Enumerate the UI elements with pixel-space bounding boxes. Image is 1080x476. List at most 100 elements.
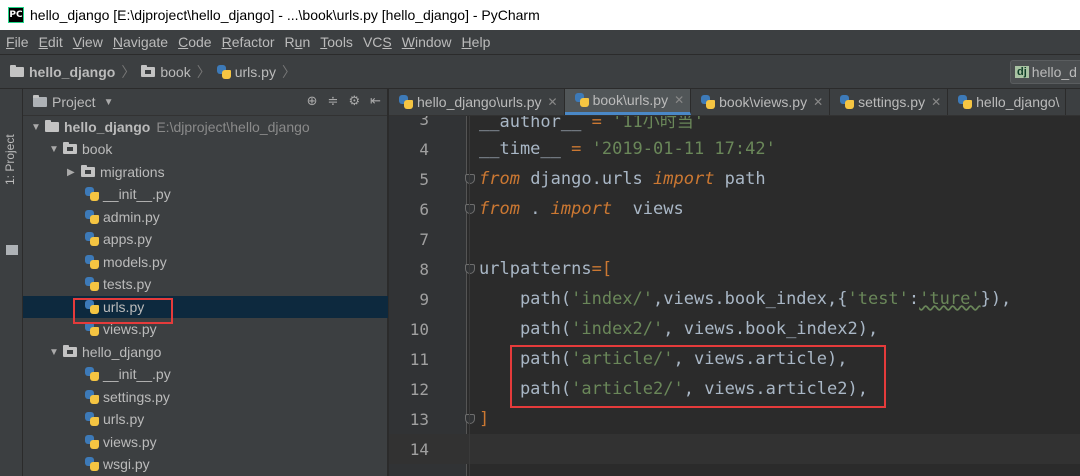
python-file-icon: [85, 300, 99, 314]
tree-item-file[interactable]: tests.py: [23, 273, 388, 295]
close-icon[interactable]: ✕: [813, 95, 823, 109]
tree-item-label: apps.py: [103, 231, 153, 247]
expand-arrow-icon[interactable]: ▼: [31, 122, 41, 133]
python-file-icon: [85, 232, 99, 246]
tree-item-label: views.py: [103, 434, 157, 450]
python-file-icon: [85, 277, 99, 291]
tree-item-file[interactable]: views.py: [23, 431, 388, 453]
tab-label: hello_django\urls.py: [417, 93, 542, 110]
expand-arrow-icon[interactable]: ▼: [49, 347, 59, 358]
expand-arrow-icon[interactable]: ▼: [49, 144, 59, 155]
project-view-selector[interactable]: Project: [52, 94, 96, 110]
tree-item-file[interactable]: models.py: [23, 251, 388, 273]
code-text: ]: [479, 409, 490, 429]
menu-item[interactable]: Code: [178, 34, 211, 50]
line-number: 11: [409, 349, 429, 369]
menu-item[interactable]: Edit: [39, 34, 63, 50]
code-line: 4 __time__ = '2019-01-11 17:42': [389, 134, 1080, 164]
tab-settings[interactable]: settings.py ✕: [830, 89, 949, 115]
menu-item[interactable]: View: [73, 34, 103, 50]
line-number: 8: [419, 259, 429, 279]
tree-item-file[interactable]: admin.py: [23, 206, 388, 228]
code-line: 8 urlpatterns=[: [389, 254, 1080, 284]
tab-hello-django-urls[interactable]: hello_django\urls.py ✕: [389, 89, 565, 115]
collapse-all-icon[interactable]: ≑: [328, 93, 339, 109]
line-number: 3: [419, 116, 429, 129]
code-line: 5 from django.urls import path: [389, 164, 1080, 194]
code-area[interactable]: 3 __author__ = '11小时当' 4 __time__ = '201…: [389, 116, 1080, 476]
tree-item-folder[interactable]: ▼ book: [23, 138, 388, 160]
menu-item[interactable]: File: [6, 34, 29, 50]
tree-item-label: hello_django: [82, 344, 162, 360]
python-file-icon: [85, 435, 99, 449]
folder-icon: [45, 120, 59, 132]
fold-marker-icon[interactable]: [465, 174, 475, 184]
menu-bar: File Edit View Navigate Code Refactor Run Tools…: [0, 30, 1080, 54]
menu-item[interactable]: Help: [462, 34, 491, 50]
tab-book-urls[interactable]: book\urls.py ✕: [564, 89, 692, 115]
close-icon[interactable]: ✕: [548, 95, 558, 109]
fold-marker-icon[interactable]: [465, 414, 475, 424]
code-text: __author__ = '11小时当': [479, 116, 705, 132]
tree-item-label: tests.py: [103, 276, 152, 292]
gear-icon[interactable]: ⚙: [348, 93, 360, 109]
code-text: urlpatterns=[: [479, 259, 613, 279]
code-line: 11 path('article/', views.article),: [389, 344, 1080, 374]
tree-item-file[interactable]: urls.py: [23, 408, 388, 430]
menu-item[interactable]: VCS: [363, 34, 392, 50]
tree-item-file[interactable]: __init__.py: [23, 363, 388, 385]
expand-arrow-icon[interactable]: ▶: [67, 167, 77, 178]
tree-item-label: book: [82, 141, 113, 157]
code-line-current: 14: [389, 434, 1080, 464]
python-file-icon: [85, 255, 99, 269]
tree-item-root[interactable]: ▼ hello_django E:\djproject\hello_django: [23, 116, 388, 138]
breadcrumb-folder[interactable]: book: [141, 64, 191, 80]
close-icon[interactable]: ✕: [674, 93, 684, 107]
project-panel: Project ▼ ⊕ ≑ ⚙ ⇤ ▼ hello_django E:\djpr…: [23, 89, 388, 476]
tree-item-label: models.py: [103, 254, 167, 270]
tree-item-label: __init__.py: [103, 186, 171, 202]
fold-marker-icon[interactable]: [465, 264, 475, 274]
code-text: path('index2/', views.book_index2),: [479, 319, 879, 339]
project-tool-window-button[interactable]: 1: Project: [3, 105, 17, 185]
tree-item-folder[interactable]: ▼ hello_django: [23, 341, 388, 363]
tree-item-file[interactable]: wsgi.py: [23, 453, 388, 475]
breadcrumb-project[interactable]: hello_django: [10, 64, 115, 80]
tree-item-label: settings.py: [103, 389, 170, 405]
tree-item-file-selected[interactable]: urls.py: [23, 296, 388, 318]
python-file-icon: [216, 64, 231, 79]
python-file-icon: [85, 457, 99, 471]
code-line: 10 path('index2/', views.book_index2),: [389, 314, 1080, 344]
line-number: 7: [419, 229, 429, 249]
close-icon[interactable]: ✕: [931, 95, 941, 109]
tab-label: book\views.py: [719, 93, 808, 110]
tab-hello-django-views[interactable]: hello_django\: [948, 89, 1067, 115]
chevron-down-icon[interactable]: ▼: [104, 97, 114, 108]
menu-item[interactable]: Refactor: [222, 34, 275, 50]
menu-item[interactable]: Tools: [320, 34, 353, 50]
menu-item[interactable]: Run: [285, 34, 311, 50]
package-folder-icon: [63, 142, 77, 154]
locate-file-icon[interactable]: ⊕: [307, 93, 318, 109]
menu-item[interactable]: Navigate: [113, 34, 168, 50]
python-file-icon: [958, 94, 973, 109]
python-file-icon: [701, 94, 716, 109]
tab-book-views[interactable]: book\views.py ✕: [691, 89, 831, 115]
pycharm-logo-icon: PC: [8, 7, 24, 23]
tree-item-file[interactable]: apps.py: [23, 228, 388, 250]
code-line: 9 path('index/',views.book_index,{'test'…: [389, 284, 1080, 314]
menu-item[interactable]: Window: [402, 34, 452, 50]
breadcrumb-separator: 〉: [121, 63, 136, 80]
fold-marker-icon[interactable]: [465, 204, 475, 214]
tree-item-folder[interactable]: ▶ migrations: [23, 161, 388, 183]
tree-item-file[interactable]: views.py: [23, 318, 388, 340]
tree-item-file[interactable]: __init__.py: [23, 183, 388, 205]
hide-panel-icon[interactable]: ⇤: [370, 93, 381, 109]
line-number: 10: [409, 319, 429, 339]
structure-icon[interactable]: [6, 245, 18, 255]
tab-label: hello_django\: [976, 93, 1060, 110]
tree-item-file[interactable]: settings.py: [23, 386, 388, 408]
run-configuration-selector[interactable]: dj hello_d: [1010, 60, 1080, 84]
breadcrumb-file[interactable]: urls.py: [216, 64, 276, 80]
code-line: 6 from . import views: [389, 194, 1080, 224]
